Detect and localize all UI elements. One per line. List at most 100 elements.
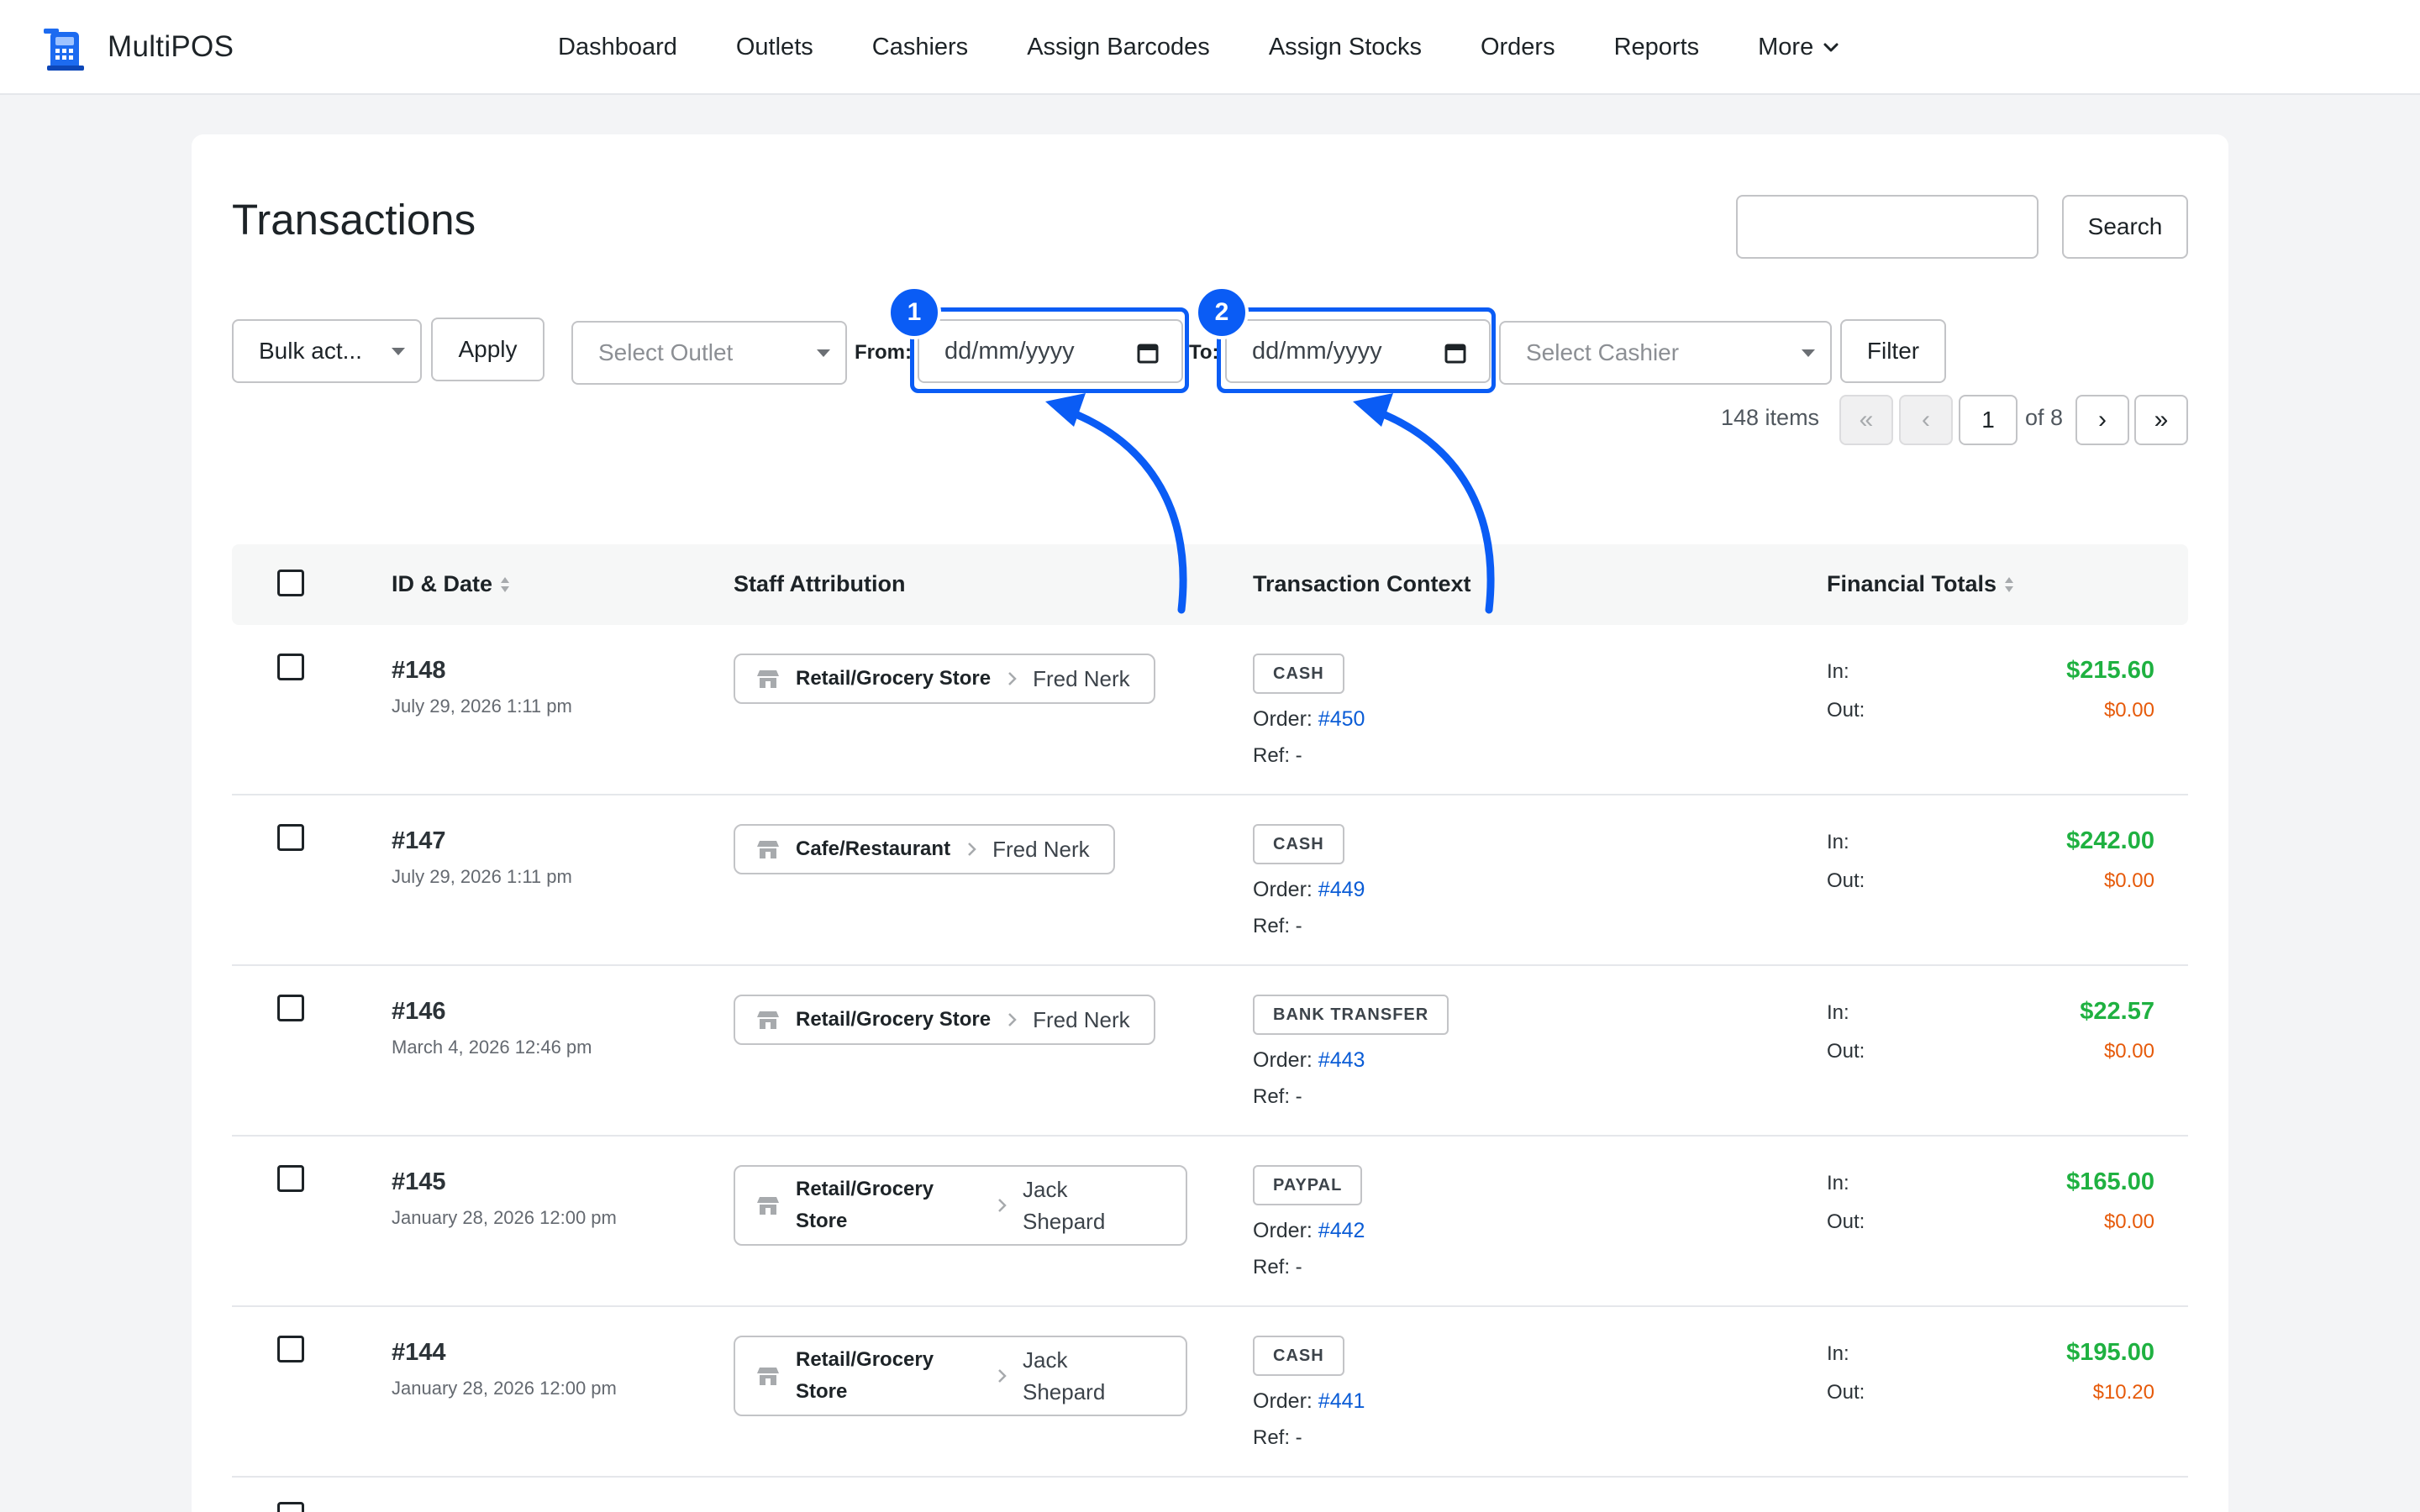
transaction-id[interactable]: #146 — [392, 998, 446, 1026]
store-icon — [757, 670, 779, 688]
transaction-id[interactable]: #145 — [392, 1168, 446, 1196]
filter-button[interactable]: Filter — [1840, 319, 1946, 383]
next-page-button[interactable]: › — [2075, 395, 2129, 445]
order-line: Order: #441 — [1253, 1389, 1365, 1414]
row-checkbox[interactable] — [277, 824, 304, 851]
row-checkbox[interactable] — [277, 654, 304, 680]
in-amount: $242.00 — [2066, 827, 2154, 854]
sort-icon — [501, 576, 510, 592]
in-label: In: — [1827, 1001, 1849, 1024]
top-navigation-bar: MultiPOS Dashboard Outlets Cashiers Assi… — [0, 0, 2420, 95]
table-row: #145 January 28, 2026 12:00 pm Retail/Gr… — [232, 1137, 2188, 1307]
cashier-name: Jack Shepard — [1023, 1177, 1106, 1234]
step-badge-1: 1 — [887, 286, 941, 339]
order-prefix: Order: — [1253, 707, 1318, 731]
table-row: #144 January 28, 2026 12:00 pm Retail/Gr… — [232, 1307, 2188, 1478]
nav-outlets[interactable]: Outlets — [736, 34, 813, 61]
row-checkbox[interactable] — [277, 1502, 304, 1512]
chevron-right-icon — [968, 843, 976, 856]
cashier-name: Fred Nerk — [992, 837, 1090, 862]
row-checkbox[interactable] — [277, 1165, 304, 1192]
pos-terminal-logo-icon — [44, 29, 84, 71]
store-icon — [757, 841, 779, 858]
table-header: ID & Date Staff Attribution Transaction … — [232, 544, 2188, 625]
transaction-id[interactable]: #144 — [392, 1339, 446, 1367]
from-label: From: — [855, 341, 912, 364]
prev-page-button[interactable]: ‹ — [1899, 395, 1953, 445]
step-badge-2: 2 — [1195, 286, 1249, 339]
order-link[interactable]: #449 — [1318, 878, 1365, 901]
out-label: Out: — [1827, 869, 1865, 892]
last-page-button[interactable]: » — [2134, 395, 2188, 445]
staff-attribution: Retail/Grocery Store Jack Shepard — [734, 1336, 1187, 1416]
from-date-highlight — [910, 307, 1189, 393]
nav-dashboard[interactable]: Dashboard — [558, 34, 677, 61]
out-label: Out: — [1827, 1210, 1865, 1233]
in-label: In: — [1827, 660, 1849, 683]
to-date-highlight — [1217, 307, 1496, 393]
to-label: To: — [1189, 341, 1219, 364]
outlet-name: Retail/Grocery Store — [796, 1178, 934, 1232]
row-checkbox[interactable] — [277, 1336, 304, 1362]
first-page-button[interactable]: « — [1839, 395, 1893, 445]
transaction-date: July 29, 2026 1:11 pm — [392, 696, 572, 717]
out-label: Out: — [1827, 1040, 1865, 1063]
page-title: Transactions — [232, 196, 476, 244]
staff-attribution: Retail/Grocery Store Jack Shepard — [734, 1165, 1187, 1246]
cashier-name: Jack Shepard — [1023, 1347, 1106, 1404]
table-row: #146 March 4, 2026 12:46 pm Retail/Groce… — [232, 966, 2188, 1137]
in-amount: $165.00 — [2066, 1168, 2154, 1195]
chevron-right-icon — [998, 1199, 1007, 1212]
nav-more[interactable]: More — [1758, 34, 1840, 61]
store-icon — [757, 1011, 779, 1029]
ref-line: Ref: - — [1253, 744, 1302, 767]
transaction-id[interactable]: #147 — [392, 827, 446, 855]
cashier-select[interactable]: Select Cashier — [1499, 321, 1832, 385]
ref-line: Ref: - — [1253, 915, 1302, 937]
order-link[interactable]: #442 — [1318, 1219, 1365, 1242]
column-totals[interactable]: Financial Totals — [1827, 571, 2015, 597]
column-context: Transaction Context — [1253, 571, 1471, 596]
outlet-name: Retail/Grocery Store — [796, 1348, 934, 1403]
in-label: In: — [1827, 831, 1849, 853]
nav-reports[interactable]: Reports — [1614, 34, 1700, 61]
out-amount: $0.00 — [2103, 699, 2154, 722]
bulk-action-select[interactable]: Bulk act... — [232, 319, 422, 383]
apply-button[interactable]: Apply — [431, 318, 544, 381]
order-line: Order: #443 — [1253, 1048, 1365, 1073]
nav-assign-barcodes[interactable]: Assign Barcodes — [1027, 34, 1210, 61]
chevron-right-icon — [1008, 1013, 1017, 1026]
out-amount: $0.00 — [2103, 1210, 2154, 1233]
order-line: Order: #450 — [1253, 707, 1365, 732]
order-line: Order: #442 — [1253, 1219, 1365, 1243]
order-prefix: Order: — [1253, 1219, 1318, 1242]
total-pages: of 8 — [2025, 405, 2064, 430]
order-link[interactable]: #441 — [1318, 1389, 1365, 1413]
payment-method-badge: CASH — [1253, 654, 1344, 694]
column-id-date[interactable]: ID & Date — [392, 571, 511, 597]
nav-orders[interactable]: Orders — [1481, 34, 1555, 61]
order-link[interactable]: #443 — [1318, 1048, 1365, 1072]
row-checkbox[interactable] — [277, 995, 304, 1021]
current-page-input[interactable] — [1959, 395, 2018, 445]
cashier-name: Fred Nerk — [1033, 666, 1130, 691]
search-input[interactable] — [1736, 195, 2039, 259]
nav-cashiers[interactable]: Cashiers — [872, 34, 968, 61]
payment-method-badge: CASH — [1253, 824, 1344, 864]
column-staff: Staff Attribution — [734, 571, 906, 596]
select-all-checkbox[interactable] — [277, 570, 304, 596]
nav-assign-stocks[interactable]: Assign Stocks — [1269, 34, 1422, 61]
payment-method-badge: CASH — [1253, 1336, 1344, 1376]
nav-more-label: More — [1758, 34, 1814, 60]
brand[interactable]: MultiPOS — [42, 22, 234, 72]
outlet-name: Cafe/Restaurant — [796, 837, 951, 860]
chevron-right-icon — [998, 1369, 1007, 1383]
order-link[interactable]: #450 — [1318, 707, 1365, 731]
transaction-id[interactable]: #148 — [392, 657, 446, 685]
staff-attribution: Cafe/Restaurant Fred Nerk — [734, 824, 1115, 874]
outlet-placeholder: Select Outlet — [598, 339, 734, 365]
search-button[interactable]: Search — [2062, 195, 2188, 259]
payment-method-badge: PAYPAL — [1253, 1165, 1363, 1205]
outlet-select[interactable]: Select Outlet — [571, 321, 847, 385]
transaction-date: July 29, 2026 1:11 pm — [392, 866, 572, 887]
